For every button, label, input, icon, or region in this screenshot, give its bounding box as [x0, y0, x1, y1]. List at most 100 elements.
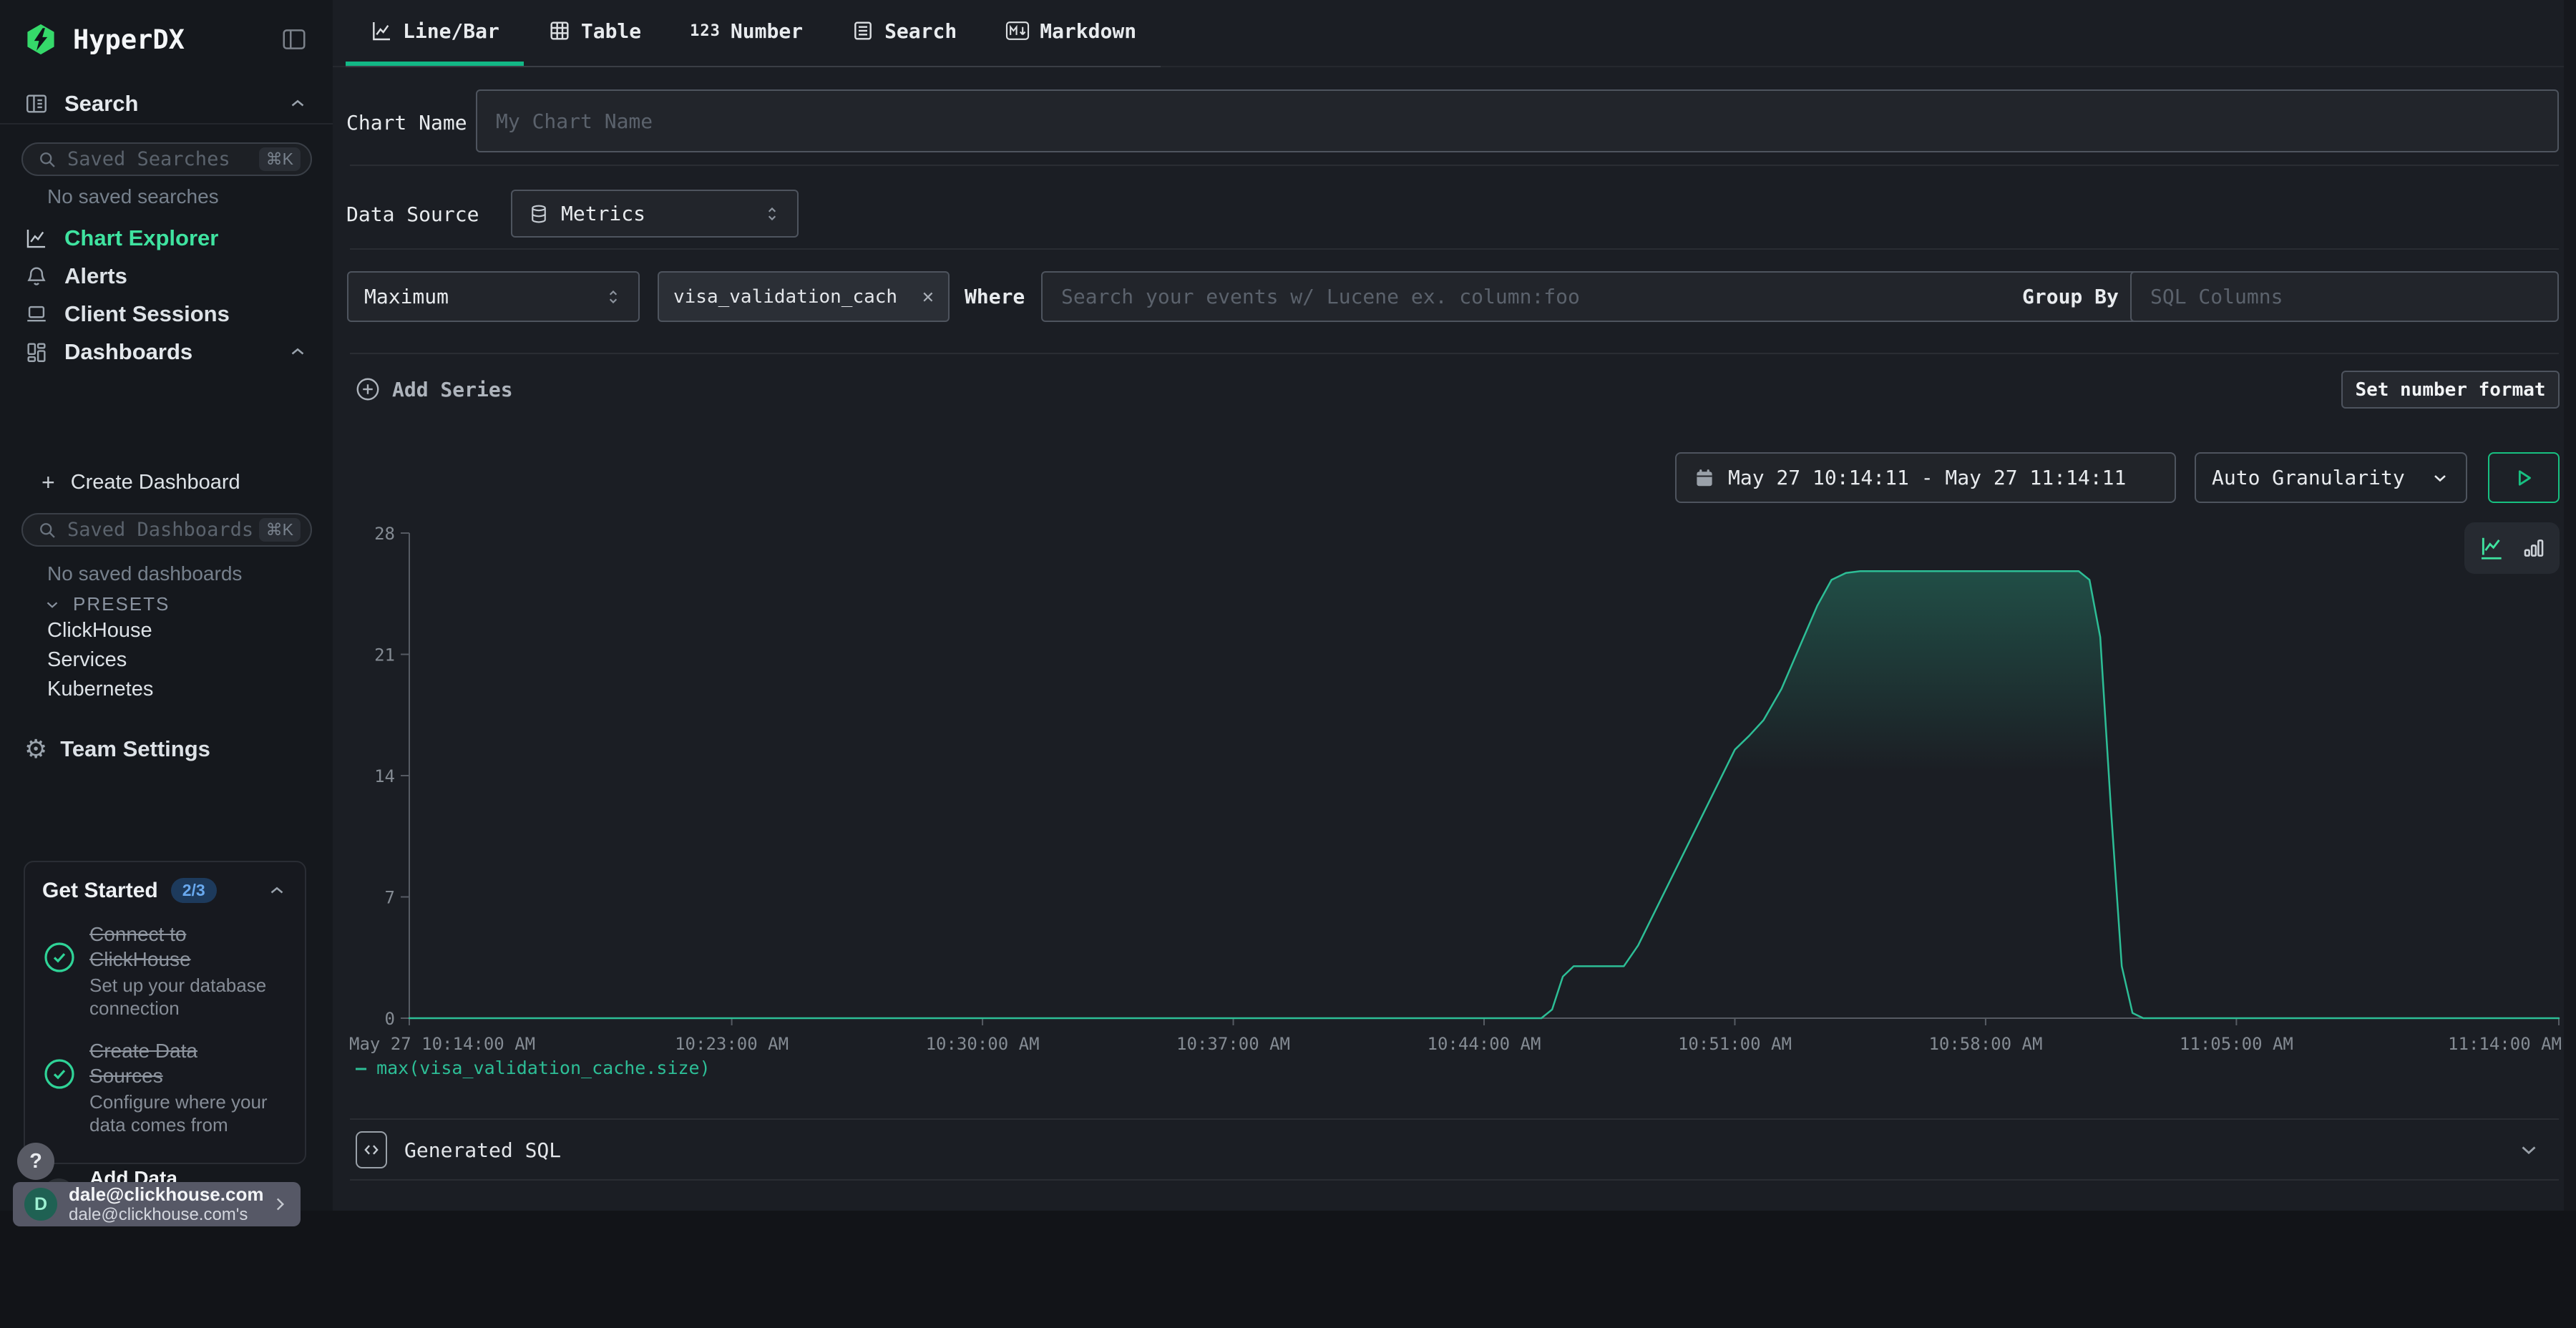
preset-clickhouse[interactable]: ClickHouse	[47, 619, 152, 643]
divider	[350, 248, 2559, 250]
create-dashboard-button[interactable]: + Create Dashboard	[0, 464, 333, 501]
chart-type-tabs: Line/Bar Table 123 Number Search	[346, 0, 1161, 67]
team-settings-label: Team Settings	[60, 736, 210, 762]
chart-name-label: Chart Name	[346, 111, 467, 135]
presets-toggle[interactable]: PRESETS	[43, 593, 170, 615]
play-icon	[2512, 466, 2536, 490]
chart-name-input[interactable]	[496, 109, 2539, 133]
user-account-card[interactable]: D dale@clickhouse.com dale@clickhouse.co…	[13, 1182, 301, 1226]
search-icon	[37, 150, 57, 170]
dashboards-section-label: Dashboards	[64, 339, 287, 365]
database-icon	[528, 203, 550, 225]
svg-text:10:30:00 AM: 10:30:00 AM	[926, 1034, 1040, 1054]
hyperdx-logo-icon	[24, 23, 57, 56]
user-subtitle: dale@clickhouse.com's	[69, 1205, 270, 1225]
chevron-up-icon[interactable]	[287, 93, 308, 114]
search-icon	[37, 520, 57, 540]
saved-dashboards-placeholder: Saved Dashboards	[67, 519, 259, 541]
legend-line-swatch: —	[356, 1058, 366, 1078]
laptop-icon	[24, 302, 49, 326]
sidebar-section-dashboards[interactable]: Dashboards	[0, 333, 333, 371]
group-by-input[interactable]	[2150, 285, 2539, 308]
group-by-label: Group By	[2022, 285, 2119, 308]
data-source-select[interactable]: Metrics	[511, 190, 799, 238]
tab-number[interactable]: 123 Number	[665, 0, 827, 66]
get-started-step-datasources[interactable]: Create Data Sources Configure where your…	[42, 1038, 288, 1136]
circle-plus-icon	[355, 376, 381, 402]
search-section-label: Search	[64, 91, 287, 117]
get-started-progress-badge: 2/3	[171, 878, 217, 903]
tab-table[interactable]: Table	[524, 0, 665, 66]
chevron-up-icon[interactable]	[287, 341, 308, 363]
sidebar-collapse-icon[interactable]	[280, 26, 308, 53]
no-saved-searches-text: No saved searches	[47, 185, 219, 208]
tab-label: Line/Bar	[403, 19, 499, 43]
sidebar-item-label: Chart Explorer	[64, 225, 218, 251]
sidebar-item-chart-explorer[interactable]: Chart Explorer	[0, 220, 333, 257]
run-query-button[interactable]	[2488, 452, 2560, 503]
sidebar-item-team-settings[interactable]: ⚙ Team Settings	[0, 731, 333, 768]
chevron-down-icon	[43, 595, 62, 614]
preset-kubernetes[interactable]: Kubernetes	[47, 678, 153, 701]
check-circle-icon	[42, 1057, 77, 1091]
saved-searches-input[interactable]: Saved Searches ⌘K	[21, 142, 312, 176]
help-button[interactable]: ?	[17, 1143, 54, 1180]
timeseries-chart[interactable]: 07142128May 27 10:14:00 AM10:23:00 AM10:…	[333, 515, 2576, 1088]
tab-line-bar[interactable]: Line/Bar	[346, 0, 524, 66]
legend-series-label: max(visa_validation_cache.size)	[376, 1058, 711, 1078]
where-label: Where	[965, 285, 1025, 308]
granularity-select[interactable]: Auto Granularity	[2195, 452, 2467, 503]
search-section-icon	[24, 92, 49, 116]
chart-explorer-icon	[24, 226, 49, 250]
markdown-icon	[1005, 20, 1030, 42]
line-chart-icon	[370, 19, 393, 42]
group-by-field[interactable]	[2130, 271, 2559, 322]
data-source-value: Metrics	[561, 202, 645, 225]
divider	[350, 165, 2559, 166]
set-number-format-label: Set number format	[2355, 379, 2545, 401]
saved-searches-placeholder: Saved Searches	[67, 148, 259, 170]
brand-title: HyperDX	[73, 24, 280, 55]
search-list-icon	[852, 19, 874, 42]
metric-field-tag[interactable]: visa_validation_cach ✕	[658, 271, 950, 322]
sidebar: HyperDX Search Saved Searches ⌘K No save…	[0, 0, 333, 1328]
sidebar-section-search[interactable]: Search	[0, 85, 333, 122]
get-started-step-connect[interactable]: Connect to ClickHouse Set up your databa…	[42, 922, 288, 1020]
svg-text:11:14:00 AM: 11:14:00 AM	[2448, 1034, 2562, 1054]
avatar: D	[24, 1188, 57, 1221]
sidebar-item-label: Client Sessions	[64, 301, 230, 327]
chevron-down-icon	[2430, 468, 2450, 488]
aggregation-select[interactable]: Maximum	[347, 271, 640, 322]
chevron-down-icon[interactable]	[2517, 1138, 2541, 1162]
remove-metric-icon[interactable]: ✕	[922, 285, 934, 308]
chart-name-field[interactable]	[476, 89, 2559, 152]
select-updown-icon	[604, 288, 623, 306]
where-search-input[interactable]	[1061, 285, 2181, 308]
data-source-label: Data Source	[346, 202, 479, 226]
step-desc: Set up your database connection	[89, 975, 270, 1020]
svg-text:7: 7	[385, 888, 395, 908]
add-series-button[interactable]: Add Series	[355, 376, 513, 402]
dashboards-icon	[24, 340, 49, 364]
step-title: Create Data Sources	[89, 1038, 270, 1088]
tab-markdown[interactable]: Markdown	[981, 0, 1161, 66]
preset-services[interactable]: Services	[47, 648, 127, 672]
set-number-format-button[interactable]: Set number format	[2341, 371, 2560, 409]
granularity-value: Auto Granularity	[2212, 466, 2405, 489]
generated-sql-row[interactable]: Generated SQL	[333, 1120, 2564, 1180]
sidebar-item-alerts[interactable]: Alerts	[0, 258, 333, 295]
tab-label: Markdown	[1040, 19, 1136, 43]
logo-row: HyperDX	[0, 16, 333, 63]
question-icon: ?	[29, 1150, 42, 1173]
chevron-up-icon[interactable]	[266, 880, 288, 902]
check-circle-icon	[42, 940, 77, 975]
date-range-picker[interactable]: May 27 10:14:11 - May 27 11:14:11	[1675, 452, 2176, 503]
saved-dashboards-input[interactable]: Saved Dashboards ⌘K	[21, 513, 312, 547]
calendar-icon	[1694, 467, 1715, 489]
tab-search[interactable]: Search	[827, 0, 981, 66]
tab-label: Search	[884, 19, 957, 43]
add-series-label: Add Series	[392, 378, 513, 401]
sidebar-item-client-sessions[interactable]: Client Sessions	[0, 296, 333, 333]
svg-text:10:51:00 AM: 10:51:00 AM	[1678, 1034, 1792, 1054]
svg-text:28: 28	[374, 524, 395, 544]
